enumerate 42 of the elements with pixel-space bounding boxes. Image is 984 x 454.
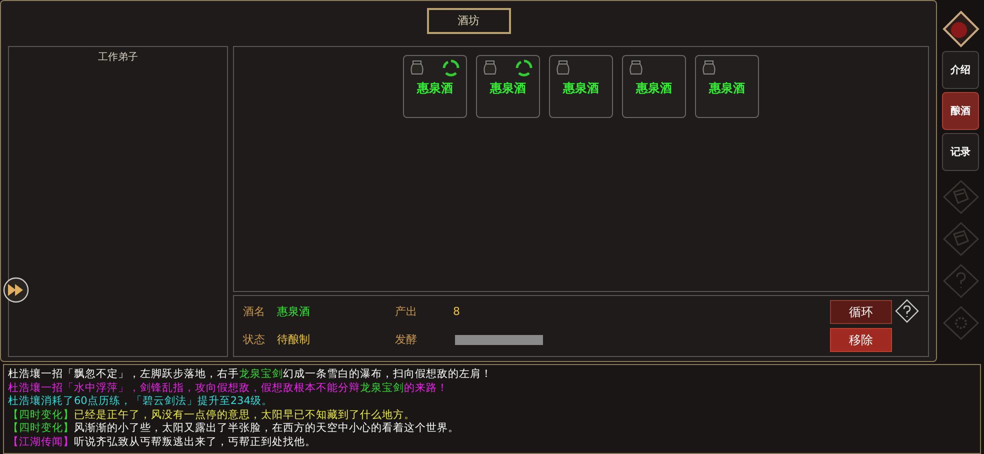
side-tab[interactable]: 酿酒 (942, 92, 979, 130)
wine-card[interactable]: 惠泉酒 (549, 55, 613, 118)
settings-icon[interactable] (942, 304, 980, 342)
log-line: 【四时变化】风渐渐的小了些，太阳又露出了半张脸，在西方的天空中小心的看着这个世界。 (8, 422, 460, 436)
wine-name: 惠泉酒 (562, 80, 600, 97)
field-label: 产出 (395, 304, 418, 320)
action-button[interactable]: 移除 (830, 328, 892, 352)
wine-name: 惠泉酒 (488, 80, 527, 97)
field-label: 发酵 (395, 332, 418, 348)
log-line: 杜浩壤消耗了60点历练，「碧云剑法」提升至234级。 (8, 395, 274, 408)
scroll-icon[interactable] (942, 178, 980, 216)
panel-heading: 工作弟子 (98, 51, 138, 65)
recycle-icon (515, 59, 533, 77)
recycle-icon (442, 59, 460, 77)
wine-card[interactable]: 惠泉酒 (695, 55, 759, 118)
expand-icon[interactable] (3, 277, 29, 303)
jar-icon (702, 60, 716, 76)
wine-card[interactable]: 惠泉酒 (476, 55, 540, 118)
log-line: 【四时变化】已经是正午了，风没有一点停的意思，太阳早已不知藏到了什么地方。 (8, 408, 416, 422)
log-line: 杜浩壤一招「水中浮萍」，剑锋乱指，攻向假想敌，假想敌根本不能分辩龙泉宝剑的来路！ (8, 382, 449, 395)
jar-icon (556, 60, 570, 76)
side-tab[interactable]: 记录 (942, 133, 979, 171)
wine-card[interactable]: 惠泉酒 (622, 55, 686, 118)
field-label: 状态 (243, 332, 266, 348)
output-value: 8 (453, 304, 461, 320)
emblem-icon[interactable] (942, 10, 980, 48)
side-tab[interactable]: 介绍 (942, 51, 979, 89)
wine-name: 惠泉酒 (634, 80, 673, 97)
log-line: 【江湖传闻】听说齐弘致从丐帮叛逃出来了，丐帮正到处找他。 (8, 436, 317, 449)
status-value: 待酿制 (277, 332, 311, 348)
panel-title: 酒坊 (426, 8, 510, 34)
wine-name: 惠泉酒 (416, 80, 454, 97)
field-label: 酒名 (243, 304, 266, 320)
wine-name-value: 惠泉酒 (277, 304, 311, 320)
jar-icon (410, 60, 424, 76)
wine-card[interactable]: 惠泉酒 (403, 55, 467, 118)
wine-name: 惠泉酒 (708, 80, 746, 97)
action-button[interactable]: 循环 (830, 300, 892, 324)
jar-icon (483, 60, 497, 76)
scroll-icon[interactable] (942, 220, 980, 258)
log-line: 杜浩壤一招「飘忽不定」，左脚跃步落地，右手龙泉宝剑幻成一条雪白的瀑布，扫向假想敌的左肩！ (8, 368, 493, 382)
jar-icon (629, 60, 643, 76)
